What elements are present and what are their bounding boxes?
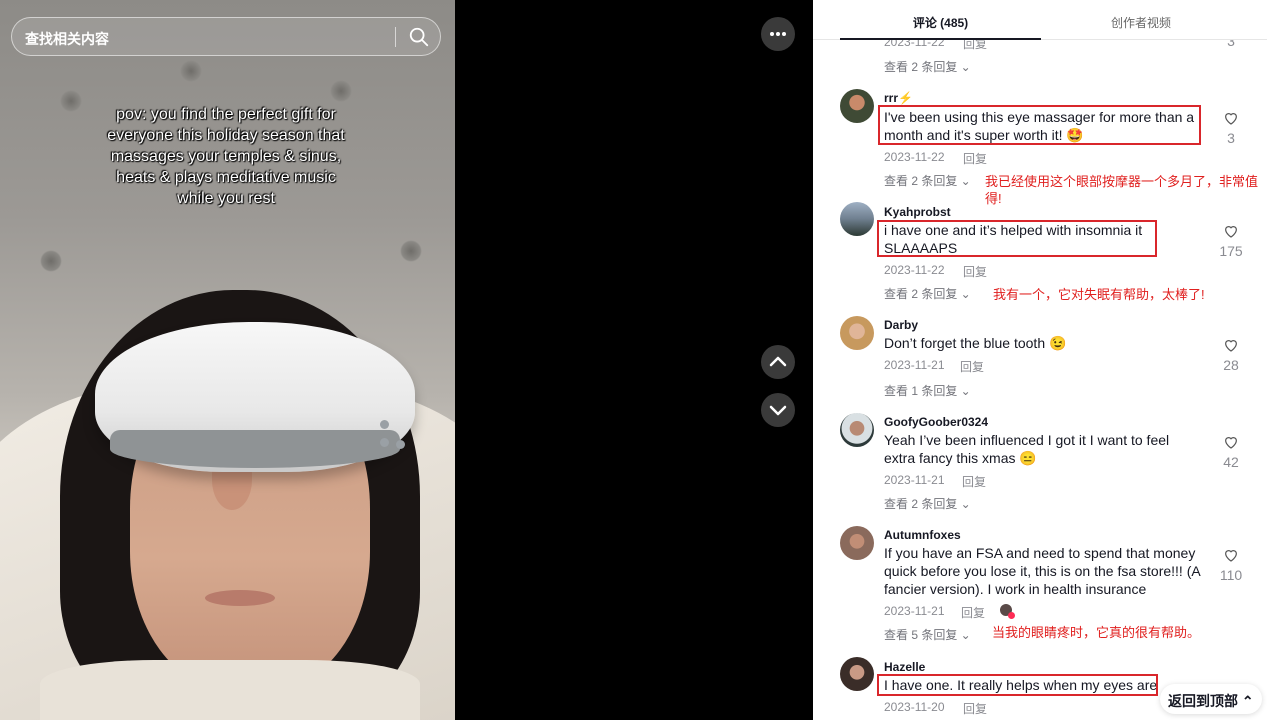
comment-date: 2023-11-20 [884,700,945,714]
comment-text: I've been using this eye massager for mo… [884,109,1195,143]
comment-username[interactable]: rrr⚡ [884,91,913,105]
video-player[interactable]: 查找相关内容 pov: you find the perfect gift fo… [0,0,455,720]
comment-text: i have one and it’s helped with insomnia… [884,222,1143,256]
view-replies-link[interactable]: 查看 5 条回复 ⌄ [884,626,971,643]
avatar[interactable] [840,316,874,350]
translation-annotation: 我有一个，它对失眠有帮助，太棒了! [993,287,1205,302]
previous-video-button[interactable] [761,345,795,379]
like-count: 175 [1219,243,1243,259]
back-to-top-button[interactable]: 返回到顶部 ⌃ [1160,684,1262,714]
comment-username[interactable]: GoofyGoober0324 [884,415,988,429]
video-caption: pov: you find the perfect gift for every… [107,106,345,207]
heart-icon[interactable] [1223,434,1239,450]
translation-annotation: 我已经使用这个眼部按摩器一个多月了，非常值得! [985,174,1259,206]
reply-button[interactable]: 回复 [963,700,987,717]
avatar[interactable] [840,657,874,691]
reply-button[interactable]: 回复 [963,263,987,280]
comment-username[interactable]: Hazelle [884,660,925,674]
view-replies-link[interactable]: 查看 2 条回复 ⌄ [884,285,971,302]
avatar[interactable] [840,413,874,447]
comment-username[interactable]: Darby [884,318,918,332]
reply-button[interactable]: 回复 [962,473,986,490]
tab-bar: 评论 (485) 创作者视频 [813,0,1267,40]
heart-icon[interactable] [1223,223,1239,239]
view-replies-link[interactable]: 查看 1 条回复 ⌄ [884,382,971,399]
comments-panel[interactable]: 评论 (485) 创作者视频 2023-11-22 回复 3 查看 2 条回复 … [813,0,1267,720]
comment-date: 2023-11-22 [884,263,945,277]
comment-date: 2023-11-21 [884,473,945,487]
comment-text: If you have an FSA and need to spend tha… [884,545,1200,597]
like-count: 28 [1223,357,1239,373]
creator-badge-icon [1008,612,1015,619]
heart-icon[interactable] [1223,110,1239,126]
comment-text: Don’t forget the blue tooth 😉 [884,335,1067,351]
comment-username[interactable]: Kyahprobst [884,205,951,219]
heart-icon[interactable] [1223,337,1239,353]
view-replies-link[interactable]: 查看 2 条回复 ⌄ [884,495,971,512]
view-replies-link[interactable]: 查看 2 条回复 ⌄ [884,172,971,189]
reply-button[interactable]: 回复 [963,150,987,167]
tab-creator-videos[interactable]: 创作者视频 [1111,14,1171,31]
search-bar[interactable]: 查找相关内容 [11,17,441,56]
tab-comments[interactable]: 评论 (485) [840,14,1041,40]
avatar[interactable] [840,202,874,236]
more-options-button[interactable] [761,17,795,51]
reply-button[interactable]: 回复 [961,604,985,621]
comment-date: 2023-11-22 [884,150,945,164]
comment-date: 2023-11-21 [884,358,945,372]
comment-text: Yeah I’ve been influenced I got it I wan… [884,432,1170,466]
view-replies-link[interactable]: 查看 2 条回复 ⌄ [884,58,971,75]
next-video-button[interactable] [761,393,795,427]
chevron-up-icon [769,356,787,367]
chevron-down-icon [769,405,787,416]
like-count: 110 [1219,567,1243,583]
search-input[interactable]: 查找相关内容 [25,29,109,49]
translation-annotation: 当我的眼睛疼时，它真的很有帮助。 [992,625,1201,640]
avatar[interactable] [840,89,874,123]
reply-button[interactable]: 回复 [960,358,984,375]
search-icon[interactable] [408,26,430,48]
heart-icon[interactable] [1223,547,1239,563]
avatar[interactable] [840,526,874,560]
comment-username[interactable]: Autumnfoxes [884,528,961,542]
comment-date: 2023-11-21 [884,604,945,618]
like-count: 3 [1227,130,1235,146]
like-count: 42 [1223,454,1239,470]
highlight-box [877,674,1158,696]
